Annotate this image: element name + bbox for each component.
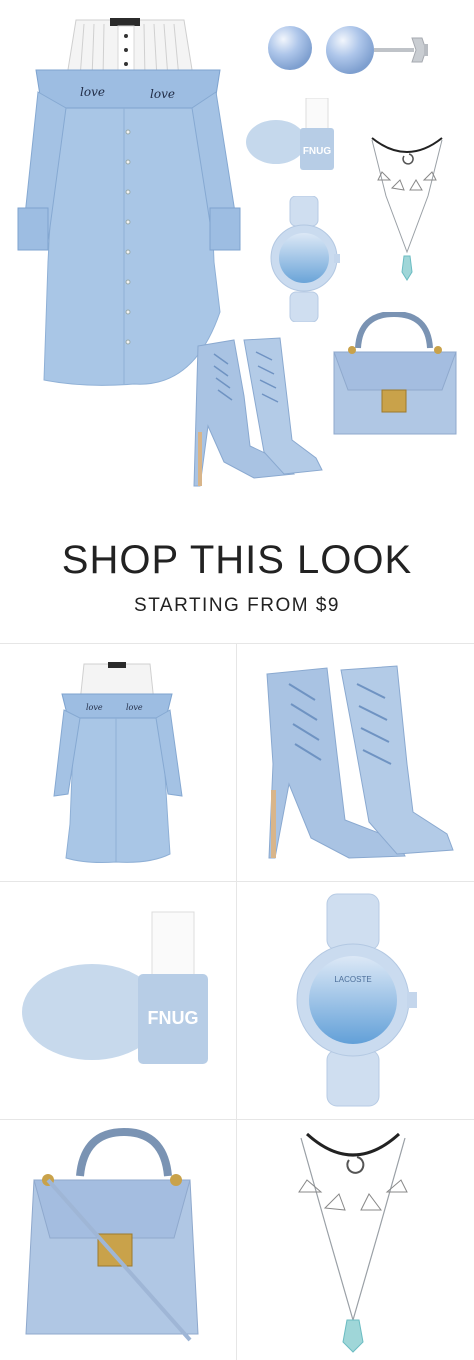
collage-necklace-image[interactable] xyxy=(368,132,446,282)
fnug-label: FNUG xyxy=(148,1008,199,1028)
svg-text:FNUG: FNUG xyxy=(303,146,332,157)
product-tile-dress[interactable]: love love xyxy=(0,644,236,882)
embroidery-right: love xyxy=(150,87,175,101)
collage-watch-image[interactable] xyxy=(268,196,340,322)
product-tile-booties[interactable] xyxy=(237,644,473,882)
svg-text:love: love xyxy=(86,703,103,712)
outfit-collage: love love FNUG xyxy=(0,0,474,500)
collage-earrings-image[interactable] xyxy=(266,20,456,90)
collage-nail-polish-image[interactable]: FNUG xyxy=(246,98,346,174)
collage-booties-image[interactable] xyxy=(184,336,324,488)
product-tile-nail-polish[interactable]: FNUG xyxy=(0,882,236,1120)
product-tile-necklace[interactable] xyxy=(237,1120,473,1358)
product-tile-bag[interactable] xyxy=(0,1120,236,1358)
embroidery-left: love xyxy=(80,85,105,99)
shop-this-look-title: SHOP THIS LOOK xyxy=(61,538,413,582)
lacoste-label: LACOSTE xyxy=(334,975,371,984)
collage-bag-image[interactable] xyxy=(330,312,460,438)
svg-text:love: love xyxy=(126,703,143,712)
starting-price-subtitle[interactable]: STARTING FROM $9 xyxy=(0,595,474,617)
product-tile-watch[interactable]: LACOSTE xyxy=(237,882,473,1120)
collage-dress-image[interactable]: love love xyxy=(14,12,244,392)
